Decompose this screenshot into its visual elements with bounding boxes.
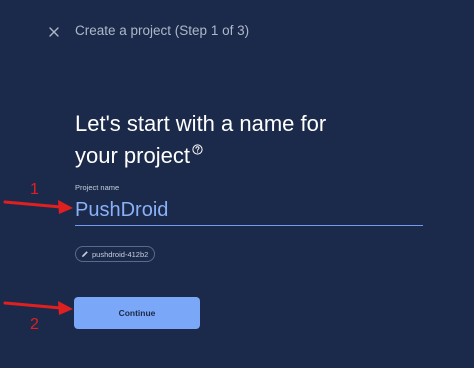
close-icon <box>49 27 59 37</box>
close-button[interactable] <box>44 22 64 42</box>
page-title: Create a project (Step 1 of 3) <box>75 23 250 38</box>
heading: Let's start with a name for your project <box>75 108 445 172</box>
annotation-number-2: 2 <box>30 316 39 333</box>
heading-line-2: your project <box>75 143 190 168</box>
project-name-label: Project name <box>75 183 120 192</box>
project-id-label: pushdroid-412b2 <box>92 249 149 259</box>
heading-line-1: Let's start with a name for <box>75 111 327 136</box>
project-name-input[interactable] <box>75 195 423 226</box>
help-circle-icon[interactable] <box>192 144 203 155</box>
pencil-icon <box>82 251 88 257</box>
project-id-chip[interactable]: pushdroid-412b2 <box>75 246 156 262</box>
annotation-arrow-2 <box>3 301 73 315</box>
annotation-arrow-1 <box>3 200 73 214</box>
continue-button[interactable]: Continue <box>74 297 200 329</box>
